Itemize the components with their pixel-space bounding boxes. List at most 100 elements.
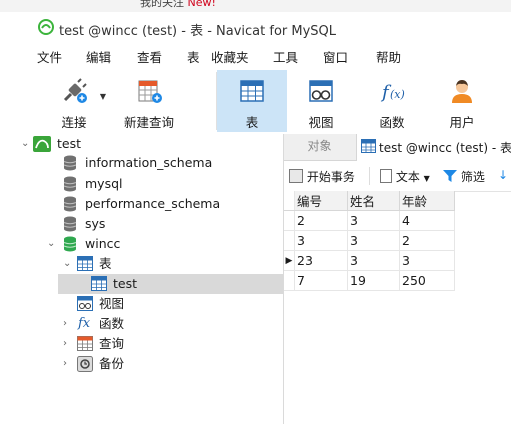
functions-label: 函数: [99, 316, 125, 331]
new-query-icon: [138, 80, 162, 103]
menu-table[interactable]: 表: [187, 47, 200, 66]
column-header[interactable]: 姓名: [347, 191, 400, 211]
row-header[interactable]: [284, 210, 295, 231]
follow-label: 我的关注: [140, 0, 188, 9]
new-query-button[interactable]: 新建查询: [117, 70, 181, 132]
menu-edit[interactable]: 编辑: [86, 47, 111, 66]
current-row-indicator-icon[interactable]: ▶: [284, 250, 295, 271]
text-dropdown-icon[interactable]: ▼: [424, 174, 430, 183]
query-icon: [77, 336, 93, 351]
table-tool-button[interactable]: 表: [217, 70, 287, 132]
view-tool-button[interactable]: 视图: [291, 70, 351, 132]
menu-file[interactable]: 文件: [37, 47, 62, 66]
table-cell[interactable]: 7: [294, 270, 348, 291]
begin-transaction-button[interactable]: 开始事务: [289, 168, 355, 185]
table-cell[interactable]: 3: [399, 250, 455, 271]
tab-objects[interactable]: 对象: [284, 134, 355, 160]
menu-tools[interactable]: 工具: [273, 47, 298, 66]
expand-arrow-icon[interactable]: ›: [63, 314, 67, 334]
tree-db-wincc[interactable]: ⌄ wincc: [0, 234, 283, 254]
table-row[interactable]: 3 3 2: [284, 230, 455, 251]
content-pane: 对象 test @wincc (test) - 表 开始事务 文本 ▼ 筛选 ↓: [284, 134, 511, 424]
mysql-connection-icon: [33, 136, 51, 152]
text-button[interactable]: 文本 ▼: [380, 168, 430, 185]
database-label: information_schema: [85, 155, 213, 170]
function-icon: f (x): [380, 82, 405, 103]
column-header[interactable]: 编号: [294, 191, 348, 211]
table-cell[interactable]: 2: [294, 210, 348, 231]
table-cell[interactable]: 4: [399, 210, 455, 231]
data-grid: 编号 姓名 年龄 2 3 4 3 3 2 ▶ 23 3 3 7 19 250: [284, 191, 455, 291]
column-header[interactable]: 年龄: [399, 191, 455, 211]
row-header[interactable]: [284, 270, 295, 291]
user-icon: [452, 80, 472, 103]
table-cell[interactable]: 3: [347, 230, 400, 251]
menu-view[interactable]: 查看: [137, 47, 162, 66]
new-query-label: 新建查询: [123, 115, 174, 130]
table-cell[interactable]: 3: [294, 230, 348, 251]
table-cell[interactable]: 19: [347, 270, 400, 291]
menu-bar: 文件 编辑 查看 表 收藏夹 工具 窗口 帮助: [0, 42, 511, 68]
document-icon: [380, 169, 392, 183]
tree-backups-folder[interactable]: › 备份: [0, 354, 283, 374]
tree-db-performance-schema[interactable]: performance_schema: [0, 194, 283, 214]
table-icon: [240, 80, 264, 102]
backups-label: 备份: [99, 356, 125, 371]
expand-arrow-icon[interactable]: ›: [63, 334, 67, 354]
tree-queries-folder[interactable]: › 查询: [0, 334, 283, 354]
connect-dropdown-icon[interactable]: ▼: [100, 92, 106, 101]
user-tool-label: 用户: [449, 115, 475, 130]
tree-db-information-schema[interactable]: information_schema: [0, 153, 283, 173]
user-tool-button[interactable]: 用户: [432, 70, 492, 132]
tab-table-test[interactable]: test @wincc (test) - 表: [356, 134, 511, 161]
navigation-tree: ⌄ test information_schema mysql performa…: [0, 134, 284, 424]
database-icon: [63, 196, 77, 212]
database-label: mysql: [85, 176, 123, 191]
table-row[interactable]: 2 3 4: [284, 210, 455, 231]
tree-table-test[interactable]: test: [58, 274, 283, 294]
new-badge: New!: [187, 0, 216, 9]
table-cell[interactable]: 250: [399, 270, 455, 291]
table-cell[interactable]: 2: [399, 230, 455, 251]
tree-db-mysql[interactable]: mysql: [0, 174, 283, 194]
table-cell[interactable]: 3: [347, 210, 400, 231]
row-header[interactable]: [284, 230, 295, 251]
toolbar-separator: [369, 167, 370, 185]
tab-title: test @wincc (test) - 表: [379, 141, 511, 155]
tree-tables-folder[interactable]: ⌄ 表: [0, 254, 283, 274]
function-tool-button[interactable]: f (x) 函数: [362, 70, 422, 132]
grid-header-row: 编号 姓名 年龄: [284, 191, 455, 211]
expand-arrow-icon[interactable]: ›: [63, 354, 67, 374]
table-icon: [77, 256, 93, 271]
tree-connection-test[interactable]: ⌄ test: [0, 134, 283, 154]
svg-text:(x): (x): [390, 88, 405, 101]
menu-help[interactable]: 帮助: [376, 47, 401, 66]
table-row-current[interactable]: ▶ 23 3 3: [284, 250, 455, 271]
collapse-arrow-icon[interactable]: ⌄: [63, 254, 71, 274]
text-label: 文本: [395, 170, 420, 184]
tree-db-sys[interactable]: sys: [0, 214, 283, 234]
plug-icon: [63, 78, 87, 103]
collapse-arrow-icon[interactable]: ⌄: [21, 134, 29, 154]
database-open-icon: [63, 236, 77, 252]
views-label: 视图: [99, 296, 125, 311]
table-row[interactable]: 7 19 250: [284, 270, 455, 291]
background-window-strip: 我的关注 New!: [0, 0, 511, 12]
table-cell[interactable]: 23: [294, 250, 348, 271]
function-icon: fx: [78, 316, 91, 331]
table-cell[interactable]: 3: [347, 250, 400, 271]
collapse-arrow-icon[interactable]: ⌄: [47, 234, 55, 254]
filter-button[interactable]: 筛选: [443, 168, 485, 185]
tab-bar: 对象 test @wincc (test) - 表: [284, 134, 511, 161]
row-header-corner: [284, 191, 295, 211]
connect-button[interactable]: ▼ 连接: [44, 70, 106, 132]
tree-views-folder[interactable]: 视图: [0, 294, 283, 314]
sort-icon[interactable]: ↓: [498, 168, 508, 182]
table-icon: [361, 139, 376, 153]
connection-label: test: [57, 136, 82, 151]
tree-functions-folder[interactable]: › fx 函数: [0, 314, 283, 334]
database-label: wincc: [85, 236, 121, 251]
database-icon: [63, 216, 77, 232]
menu-favorites[interactable]: 收藏夹: [211, 47, 249, 66]
menu-window[interactable]: 窗口: [323, 47, 348, 66]
